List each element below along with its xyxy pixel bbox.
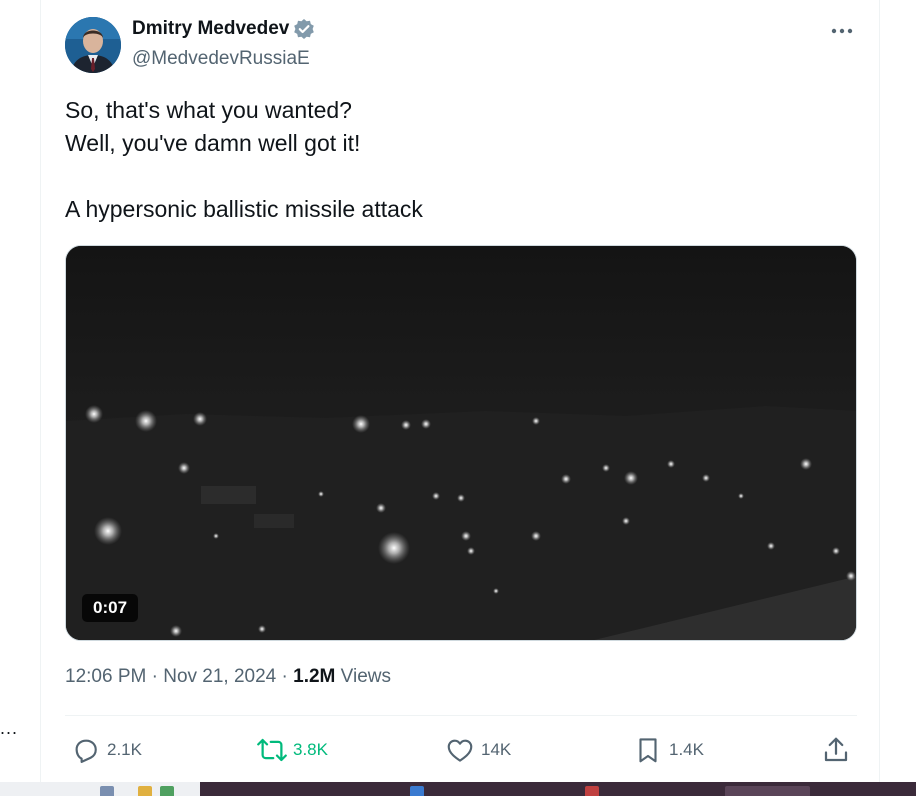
author-display-name[interactable]: Dmitry Medvedev	[132, 18, 289, 40]
page: ... Dmitry Medvedev @MedvedevRussiaE So,…	[0, 0, 916, 796]
taskbar-app-icon[interactable]	[138, 786, 152, 796]
retweet-icon	[257, 738, 287, 762]
share-icon	[824, 737, 848, 762]
taskbar-app-icon[interactable]	[100, 786, 114, 796]
retweet-button[interactable]: 3.8K	[257, 730, 328, 770]
like-icon	[447, 739, 473, 762]
bookmark-icon	[639, 738, 657, 763]
reply-button[interactable]: 2.1K	[71, 730, 142, 770]
tweet-meta-row: 12:06 PM · Nov 21, 2024 · 1.2M Views	[65, 666, 391, 688]
bookmark-count: 1.4K	[669, 740, 704, 759]
bookmark-button[interactable]: 1.4K	[633, 730, 704, 770]
taskbar-app-icon[interactable]	[410, 786, 424, 796]
left-column-ellipsis: ...	[0, 718, 19, 738]
taskbar-app-icon[interactable]	[585, 786, 599, 796]
meta-separator: ·	[151, 666, 158, 687]
tweet-text-line: Well, you've damn well got it!	[65, 130, 361, 156]
like-count: 14K	[481, 740, 512, 759]
share-button[interactable]	[821, 730, 851, 770]
tweet-action-bar: 2.1K 3.8K 14K 1.4K	[65, 730, 857, 770]
more-options-icon[interactable]	[829, 20, 855, 42]
avatar[interactable]	[65, 17, 121, 73]
os-taskbar	[0, 782, 916, 796]
video-player[interactable]: 0:07	[65, 245, 857, 641]
meta-separator: ·	[281, 666, 288, 687]
tweet-time[interactable]: 12:06 PM	[65, 666, 146, 687]
tweet-text-line: So, that's what you wanted?	[65, 97, 352, 123]
author-name-row: Dmitry Medvedev	[132, 18, 315, 40]
tweet-card: Dmitry Medvedev @MedvedevRussiaE So, tha…	[40, 0, 880, 782]
divider	[65, 715, 857, 716]
tweet-date[interactable]: Nov 21, 2024	[163, 666, 276, 687]
tweet-text-line: A hypersonic ballistic missile attack	[65, 196, 423, 222]
retweet-count: 3.8K	[293, 740, 328, 759]
reply-count: 2.1K	[107, 740, 142, 759]
views-label: Views	[340, 666, 392, 687]
avatar-image	[65, 17, 121, 73]
views-count: 1.2M	[293, 666, 336, 687]
reply-icon	[75, 739, 97, 763]
like-button[interactable]: 14K	[445, 730, 511, 770]
video-duration-badge: 0:07	[82, 594, 139, 622]
taskbar-app-icon[interactable]	[160, 786, 174, 796]
tweet-text: So, that's what you wanted? Well, you've…	[65, 94, 855, 226]
verified-badge-icon[interactable]	[293, 18, 315, 40]
taskbar-active-app[interactable]	[725, 786, 810, 796]
tweet-text-line	[65, 160, 855, 193]
video-frame	[66, 246, 856, 640]
author-handle[interactable]: @MedvedevRussiaE	[132, 48, 310, 70]
